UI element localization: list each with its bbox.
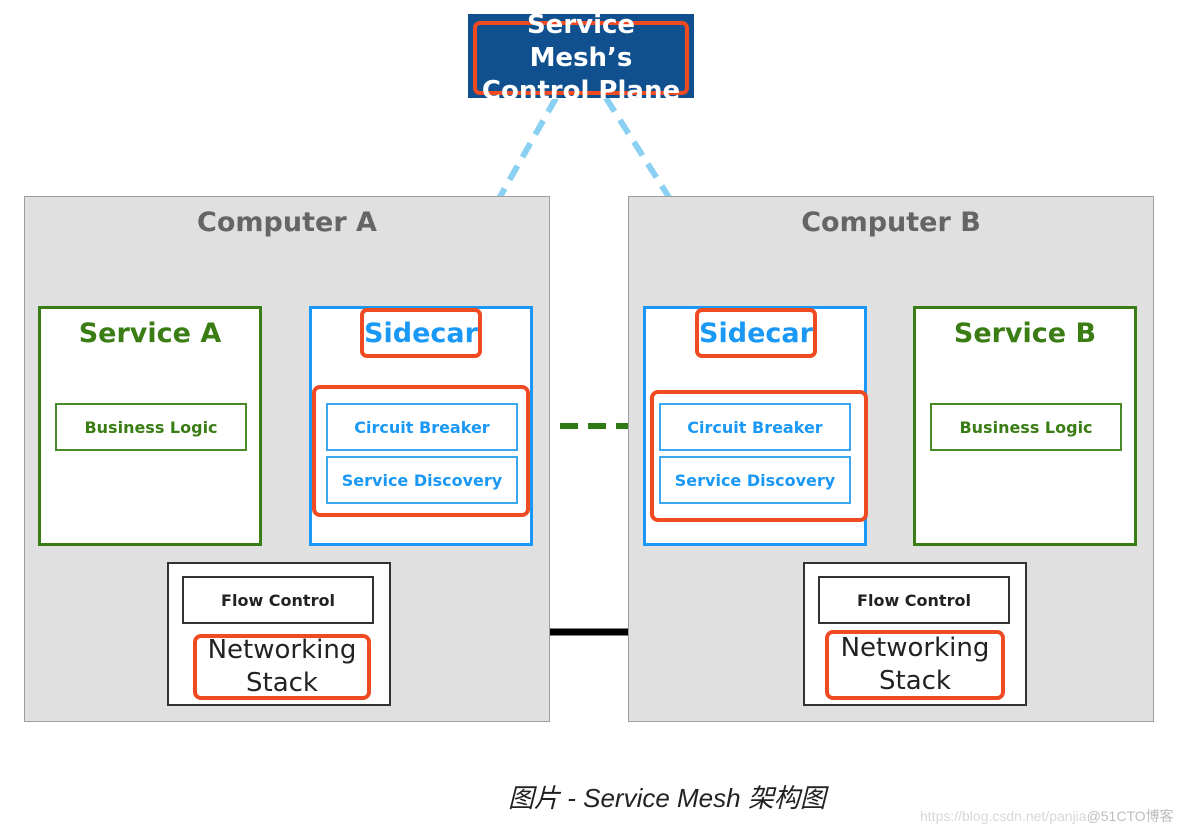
computer-a-title: Computer A [197, 206, 377, 238]
service-b-title: Service B [953, 317, 1097, 349]
watermark-url: https://blog.csdn.net/panjia [920, 808, 1087, 824]
networking-stack-a-line1: Networking [207, 635, 357, 665]
sidecar-a-highlight: Sidecar [360, 308, 482, 358]
networking-stack-b-title: Networking Stack [841, 632, 990, 698]
business-logic-b: Business Logic [930, 403, 1122, 451]
networking-stack-a-line2: Stack [246, 668, 318, 698]
flow-control-a: Flow Control [182, 576, 374, 624]
sidecar-b-highlight: Sidecar [695, 308, 817, 358]
networking-stack-b-line2: Stack [879, 666, 951, 696]
service-discovery-b: Service Discovery [659, 456, 851, 504]
service-discovery-a: Service Discovery [326, 456, 518, 504]
figure-caption: 图片 - Service Mesh 架构图 [508, 783, 826, 813]
service-a-title: Service A [78, 317, 222, 349]
control-plane-title-line2: Control Plane [481, 75, 681, 106]
networking-stack-b-highlight: Networking Stack [825, 630, 1005, 700]
control-plane-title: Service Mesh’s Control Plane [473, 10, 689, 106]
networking-stack-a-title: Networking Stack [208, 634, 357, 700]
networking-stack-a-highlight: Networking Stack [193, 634, 371, 700]
networking-stack-b-line1: Networking [840, 633, 990, 663]
watermark: https://blog.csdn.net/panjia@51CTO博客 [920, 806, 1174, 826]
watermark-brand: @51CTO博客 [1086, 808, 1174, 824]
control-plane-title-line1: Service Mesh’s [526, 9, 636, 73]
sidecar-a-title: Sidecar [364, 317, 478, 349]
circuit-breaker-a: Circuit Breaker [326, 403, 518, 451]
computer-b-title: Computer B [801, 206, 981, 238]
circuit-breaker-b: Circuit Breaker [659, 403, 851, 451]
sidecar-b-title: Sidecar [699, 317, 813, 349]
flow-control-b: Flow Control [818, 576, 1010, 624]
business-logic-a: Business Logic [55, 403, 247, 451]
